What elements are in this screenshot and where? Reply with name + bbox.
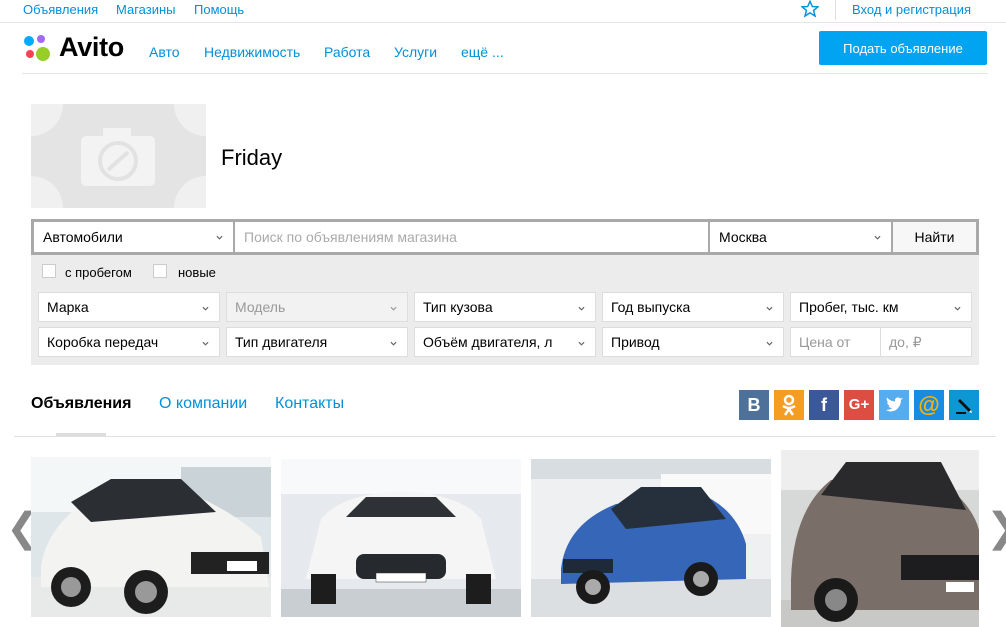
nav-more[interactable]: ещё ...	[461, 44, 504, 60]
car-photo-white-hyundai[interactable]	[281, 459, 521, 617]
mileage-select[interactable]: Пробег, тыс. км	[790, 292, 972, 322]
car-photo-white-renault[interactable]	[31, 457, 271, 617]
car-photo-white-hyundai-image	[281, 459, 521, 617]
vk-share-icon[interactable]: В	[739, 390, 769, 420]
chevron-down-icon	[954, 306, 961, 311]
car-photo-brown-kia-image	[781, 450, 979, 627]
nav-jobs[interactable]: Работа	[324, 44, 370, 60]
brand-select-label: Марка	[47, 299, 89, 315]
tabs-divider	[14, 436, 996, 437]
new-checkbox[interactable]	[153, 264, 167, 278]
price-from-input[interactable]: Цена от	[790, 327, 881, 357]
google-plus-share-label: G+	[848, 396, 870, 413]
livejournal-pencil-icon	[956, 399, 972, 414]
vk-share-label: В	[747, 395, 761, 415]
transmission-select-label: Коробка передач	[47, 334, 159, 350]
chevron-down-icon	[202, 306, 209, 311]
facebook-share-label: f	[821, 395, 827, 415]
brand-select[interactable]: Марка	[38, 292, 220, 322]
chevron-down-icon	[766, 341, 773, 346]
twitter-bird-icon	[886, 397, 903, 412]
google-plus-share-icon[interactable]: G+	[844, 390, 874, 420]
header-divider	[22, 73, 988, 74]
mileage-select-label: Пробег, тыс. км	[799, 299, 899, 315]
search-button[interactable]: Найти	[893, 222, 976, 252]
active-tab-indicator	[56, 433, 106, 436]
engine-volume-select-label: Объём двигателя, л	[423, 334, 553, 350]
car-photo-blue-chevrolet-image	[531, 459, 771, 617]
post-ad-button[interactable]: Подать объявление	[819, 31, 987, 65]
tab-about[interactable]: О компании	[159, 395, 247, 413]
year-select-label: Год выпуска	[611, 299, 691, 315]
logo-text: Avito	[59, 32, 124, 62]
used-checkbox[interactable]	[42, 264, 56, 278]
odnoklassniki-share-icon[interactable]	[774, 390, 804, 420]
top-bar: Объявления Магазины Помощь Вход и регист…	[0, 0, 1006, 22]
nav-services[interactable]: Услуги	[394, 44, 437, 60]
topbar-link-shops[interactable]: Магазины	[116, 2, 176, 17]
city-select-value: Москва	[719, 229, 767, 245]
car-photo-brown-kia[interactable]	[781, 450, 979, 627]
facebook-share-icon[interactable]: f	[809, 390, 839, 420]
topbar-link-help[interactable]: Помощь	[194, 2, 244, 17]
favorites-star-icon[interactable]	[800, 0, 820, 21]
livejournal-share-icon[interactable]	[949, 390, 979, 420]
body-type-select-label: Тип кузова	[423, 299, 493, 315]
new-checkbox-label[interactable]: новые	[178, 265, 216, 280]
odnoklassniki-glyph-icon	[782, 394, 796, 416]
camera-icon	[31, 104, 206, 208]
chevron-down-icon	[766, 306, 773, 311]
twitter-share-icon[interactable]	[879, 390, 909, 420]
nav-realty[interactable]: Недвижимость	[204, 44, 300, 60]
engine-type-select[interactable]: Тип двигателя	[226, 327, 408, 357]
chevron-down-icon	[578, 341, 585, 346]
topbar-link-ads[interactable]: Объявления	[23, 2, 98, 17]
transmission-select[interactable]: Коробка передач	[38, 327, 220, 357]
category-select-value: Автомобили	[43, 229, 123, 245]
car-photo-blue-chevrolet[interactable]	[531, 459, 771, 617]
login-link[interactable]: Вход и регистрация	[852, 2, 971, 17]
car-photo-white-renault-image	[31, 457, 271, 617]
chevron-down-icon	[874, 235, 881, 240]
shop-search-bar: Автомобили Поиск по объявлениям магазина…	[31, 219, 979, 255]
price-to-input[interactable]: до, ₽	[880, 327, 972, 357]
carousel-next-arrow-icon[interactable]: ❯	[986, 508, 1006, 548]
tab-ads[interactable]: Объявления	[31, 395, 131, 413]
shop-logo-placeholder	[31, 104, 206, 208]
drive-select[interactable]: Привод	[602, 327, 784, 357]
search-input[interactable]: Поиск по объявлениям магазина	[235, 222, 708, 252]
mail-share-label: @	[918, 392, 940, 417]
mail-share-icon[interactable]: @	[914, 390, 944, 420]
model-select-label: Модель	[235, 299, 286, 315]
avito-logo-dots-icon	[24, 35, 50, 61]
tab-contacts[interactable]: Контакты	[275, 395, 344, 413]
year-select[interactable]: Год выпуска	[602, 292, 784, 322]
topbar-divider-line	[0, 22, 1006, 23]
shop-name: Friday	[221, 145, 283, 170]
chevron-down-icon	[390, 341, 397, 346]
engine-volume-select[interactable]: Объём двигателя, л	[414, 327, 596, 357]
drive-select-label: Привод	[611, 334, 660, 350]
model-select[interactable]: Модель	[226, 292, 408, 322]
chevron-down-icon	[202, 341, 209, 346]
engine-type-select-label: Тип двигателя	[235, 334, 328, 350]
chevron-down-icon	[390, 306, 397, 311]
chevron-down-icon	[578, 306, 585, 311]
body-type-select[interactable]: Тип кузова	[414, 292, 596, 322]
category-select[interactable]: Автомобили	[34, 222, 233, 252]
topbar-divider	[835, 0, 836, 20]
used-checkbox-label[interactable]: с пробегом	[65, 265, 132, 280]
city-select[interactable]: Москва	[710, 222, 891, 252]
chevron-down-icon	[216, 235, 223, 240]
nav-auto[interactable]: Авто	[149, 44, 180, 60]
